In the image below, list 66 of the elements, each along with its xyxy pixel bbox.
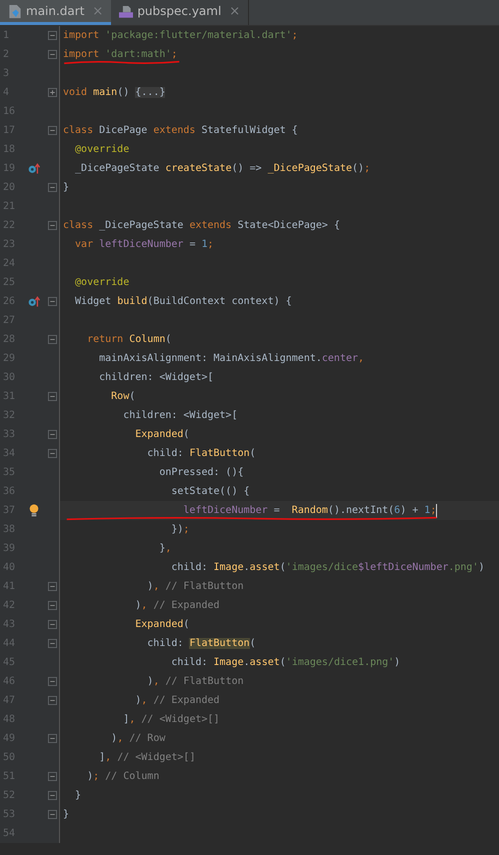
code-line: var leftDiceNumber = 1; (74, 239, 214, 250)
fold-minus-icon[interactable] (48, 791, 57, 800)
code-line: } (63, 809, 70, 820)
code-line: return Column( (86, 334, 172, 345)
code-line: Row( (110, 391, 136, 402)
fold-minus-icon[interactable] (48, 696, 57, 705)
fold-minus-icon[interactable] (48, 639, 57, 648)
code-line: }); (170, 524, 190, 535)
fold-minus-icon[interactable] (48, 50, 57, 59)
code-line: @override (74, 277, 130, 288)
code-line: onPressed: (){ (158, 467, 244, 478)
code-line: }, (158, 543, 172, 554)
code-line: } (74, 790, 82, 801)
code-line: import 'dart:math'; (63, 49, 178, 60)
code-line: import 'package:flutter/material.dart'; (63, 30, 298, 41)
code-line: ); // Column (86, 771, 160, 782)
fold-minus-icon[interactable] (48, 677, 57, 686)
code-line: Expanded( (134, 429, 190, 440)
code-line: void main() {...} (63, 87, 166, 98)
fold-minus-icon[interactable] (48, 810, 57, 819)
fold-minus-icon[interactable] (48, 392, 57, 401)
code-line: ), // FlatButton (146, 581, 244, 592)
fold-minus-icon[interactable] (48, 183, 57, 192)
code-line: setState(() { (170, 486, 250, 497)
code-line: class DicePage extends StatefulWidget { (63, 125, 298, 136)
code-line: _DicePageState createState() => _DicePageState(); (74, 163, 370, 174)
code-line: child: FlatButton( (146, 448, 256, 459)
fold-minus-icon[interactable] (48, 31, 57, 40)
code-line: child: FlatButton( (146, 638, 256, 649)
fold-minus-icon[interactable] (48, 620, 57, 629)
code-line: child: Image.asset('images/dice1.png') (170, 657, 400, 668)
fold-minus-icon[interactable] (48, 126, 57, 135)
code-line: mainAxisAlignment: MainAxisAlignment.center, (98, 353, 364, 364)
code-line: ), // Expanded (134, 695, 220, 706)
code-line: children: <Widget>[ (98, 372, 214, 383)
lightbulb-icon[interactable] (28, 504, 40, 517)
code-line: leftDiceNumber = Random().nextInt(6) + 1; (182, 504, 438, 518)
code-line: @override (74, 144, 130, 155)
file-tab[interactable]: main.dart × (0, 0, 112, 25)
fold-plus-icon[interactable] (48, 88, 57, 97)
code-line: Expanded( (134, 619, 190, 630)
close-icon[interactable]: × (229, 4, 240, 18)
code-line: children: <Widget>[ (122, 410, 238, 421)
file-icon (8, 4, 22, 18)
fold-minus-icon[interactable] (48, 430, 57, 439)
override-marker-icon[interactable] (28, 295, 40, 308)
fold-minus-icon[interactable] (48, 582, 57, 591)
fold-minus-icon[interactable] (48, 221, 57, 230)
code-line: ), // FlatButton (146, 676, 244, 687)
code-line: class _DicePageState extends State<DicePage> { (63, 220, 340, 231)
file-icon (119, 4, 134, 18)
fold-minus-icon[interactable] (48, 449, 57, 458)
code-line: ), // Expanded (134, 600, 220, 611)
code-line: ], // <Widget>[] (98, 752, 196, 763)
code-line: Widget build(BuildContext context) { (74, 296, 292, 307)
code-line: child: Image.asset('images/dice$leftDiceNumber.png') (170, 562, 484, 573)
fold-minus-icon[interactable] (48, 772, 57, 781)
override-marker-icon[interactable] (28, 162, 40, 175)
fold-minus-icon[interactable] (48, 601, 57, 610)
fold-minus-icon[interactable] (48, 297, 57, 306)
fold-minus-icon[interactable] (48, 335, 57, 344)
code-line: } (63, 182, 70, 193)
fold-minus-icon[interactable] (48, 734, 57, 743)
code-line: ), // Row (110, 733, 166, 744)
code-line: ], // <Widget>[] (122, 714, 220, 725)
file-tab[interactable]: pubspec.yaml × (111, 0, 248, 25)
